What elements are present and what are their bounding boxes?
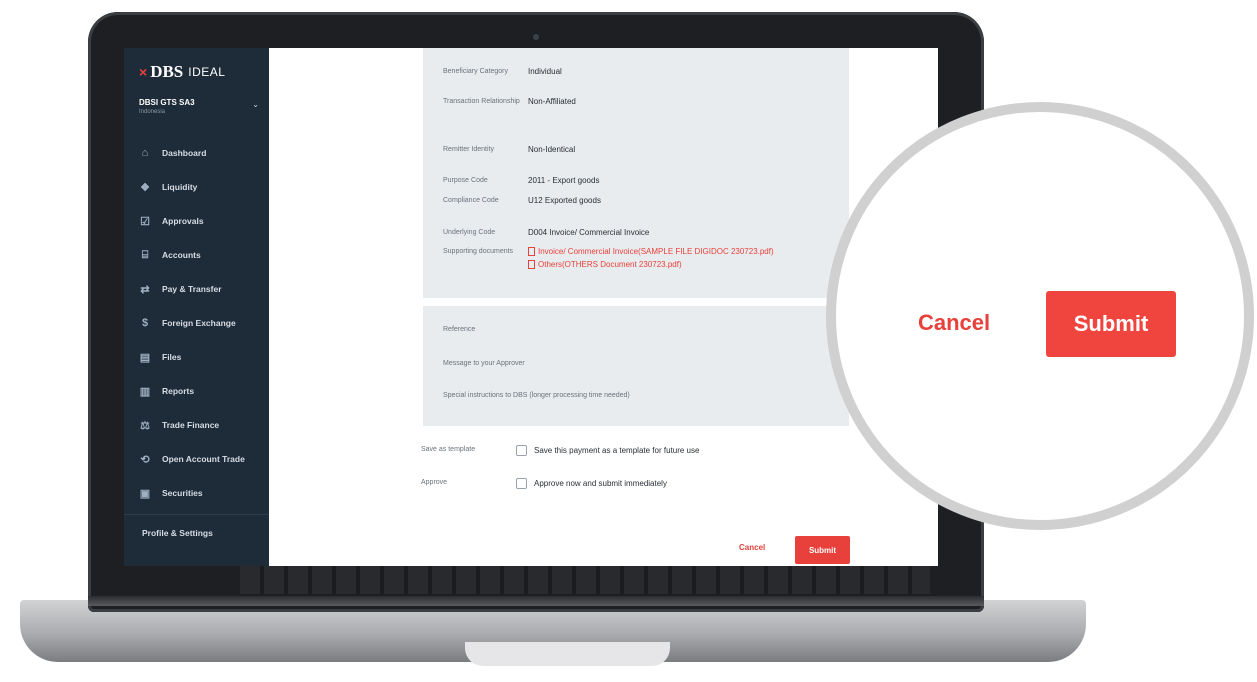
save-template-label: Save as template <box>421 446 476 453</box>
transfer-icon: ⇄ <box>140 283 150 296</box>
home-icon: ⌂ <box>141 147 149 159</box>
sidebar-item-profile-settings[interactable]: Profile & Settings <box>124 514 269 550</box>
sidebar: × DBS IDEAL DBSI GTS SA3 Indonesia ⌄ ⌂ Da… <box>124 48 269 566</box>
keyboard <box>240 566 930 594</box>
trade-icon: ⚖ <box>140 419 150 432</box>
remitter-identity-value: Non-Identical <box>528 145 576 154</box>
sidebar-item-liquidity[interactable]: ❖ Liquidity <box>124 170 269 204</box>
securities-icon: ▣ <box>139 487 151 500</box>
account-switcher[interactable]: DBSI GTS SA3 Indonesia ⌄ <box>139 98 259 115</box>
document-link[interactable]: Others(OTHERS Document 230723.pdf) <box>528 258 774 271</box>
compliance-code-label: Compliance Code <box>443 197 499 204</box>
submit-button-zoomed[interactable]: Submit <box>1046 291 1176 357</box>
product-name: IDEAL <box>188 65 226 79</box>
reference-label: Reference <box>443 326 476 333</box>
reports-icon: ▥ <box>139 385 151 398</box>
supporting-documents-label: Supporting documents <box>443 248 514 255</box>
sidebar-item-label: Files <box>162 352 182 362</box>
transaction-details-panel: Beneficiary Category Individual Transact… <box>423 48 849 298</box>
sidebar-item-label: Profile & Settings <box>142 527 213 538</box>
pdf-icon <box>528 247 535 256</box>
logo-mark: × <box>139 64 148 80</box>
sidebar-item-reports[interactable]: ▥ Reports <box>124 374 269 408</box>
approve-text: Approve now and submit immediately <box>534 479 667 488</box>
submit-button[interactable]: Submit <box>795 536 850 564</box>
compliance-code-value: U12 Exported goods <box>528 196 601 205</box>
approve-checkbox[interactable] <box>516 478 527 489</box>
underlying-code-label: Underlying Code <box>443 229 496 236</box>
camera <box>533 34 539 40</box>
chevron-down-icon: ⌄ <box>252 100 259 109</box>
open-account-icon: ⟲ <box>140 453 150 466</box>
bank-icon: ⌸ <box>141 248 149 261</box>
sidebar-item-label: Reports <box>162 386 195 396</box>
sidebar-item-securities[interactable]: ▣ Securities <box>124 476 269 510</box>
beneficiary-category-value: Individual <box>528 67 562 76</box>
approve-label: Approve <box>421 479 448 486</box>
document-name: Invoice/ Commercial Invoice(SAMPLE FILE … <box>538 247 774 256</box>
save-template-checkbox[interactable] <box>516 445 527 456</box>
fx-icon: $ <box>141 317 149 329</box>
account-name: DBSI GTS SA3 <box>139 98 195 107</box>
sidebar-item-label: Pay & Transfer <box>162 284 222 294</box>
sidebar-item-foreign-exchange[interactable]: $ Foreign Exchange <box>124 306 269 340</box>
purpose-code-label: Purpose Code <box>443 177 488 184</box>
logo[interactable]: × DBS IDEAL <box>139 62 225 82</box>
sidebar-item-approvals[interactable]: ☑ Approvals <box>124 204 269 238</box>
transaction-relationship-label: Transaction Relationship <box>443 98 520 105</box>
zoom-lens <box>826 102 1254 530</box>
approvals-icon: ☑ <box>140 215 150 228</box>
document-link[interactable]: Invoice/ Commercial Invoice(SAMPLE FILE … <box>528 245 774 258</box>
sidebar-item-files[interactable]: ▤ Files <box>124 340 269 374</box>
sidebar-item-label: Accounts <box>162 250 201 260</box>
purpose-code-value: 2011 - Export goods <box>528 176 600 185</box>
remitter-identity-label: Remitter Identity <box>443 146 494 153</box>
approver-message-label: Message to your Approver <box>443 360 525 367</box>
pdf-icon <box>528 260 535 269</box>
special-instructions-label: Special instructions to DBS (longer proc… <box>443 392 630 399</box>
logo-text: DBS <box>150 62 184 81</box>
document-name: Others(OTHERS Document 230723.pdf) <box>538 260 682 269</box>
screen: × DBS IDEAL DBSI GTS SA3 Indonesia ⌄ ⌂ Da… <box>124 48 938 566</box>
sidebar-item-trade-finance[interactable]: ⚖ Trade Finance <box>124 408 269 442</box>
sidebar-item-label: Trade Finance <box>162 420 220 430</box>
sidebar-item-label: Liquidity <box>162 182 198 192</box>
account-country: Indonesia <box>139 109 166 115</box>
file-icon: ▤ <box>139 351 151 364</box>
liquidity-icon: ❖ <box>140 181 150 194</box>
sidebar-item-label: Open Account Trade <box>162 454 245 464</box>
sidebar-item-label: Approvals <box>162 216 204 226</box>
sidebar-item-label: Foreign Exchange <box>162 318 236 328</box>
save-template-text: Save this payment as a template for futu… <box>534 446 700 455</box>
additional-info-panel: Reference Message to your Approver Speci… <box>423 306 849 426</box>
sidebar-item-open-account-trade[interactable]: ⟲ Open Account Trade <box>124 442 269 476</box>
sidebar-nav: ⌂ Dashboard ❖ Liquidity ☑ Approvals ⌸ Accoun… <box>124 136 269 510</box>
underlying-code-value: D004 Invoice/ Commercial Invoice <box>528 228 650 237</box>
sidebar-item-accounts[interactable]: ⌸ Accounts <box>124 238 269 272</box>
beneficiary-category-label: Beneficiary Category <box>443 68 508 75</box>
transaction-relationship-value: Non-Affiliated <box>528 97 576 106</box>
cancel-button[interactable]: Cancel <box>739 543 765 552</box>
sidebar-item-pay-transfer[interactable]: ⇄ Pay & Transfer <box>124 272 269 306</box>
sidebar-item-label: Securities <box>162 488 203 498</box>
sidebar-item-dashboard[interactable]: ⌂ Dashboard <box>124 136 269 170</box>
cancel-button-zoomed[interactable]: Cancel <box>918 310 990 336</box>
supporting-documents-list: Invoice/ Commercial Invoice(SAMPLE FILE … <box>528 245 774 271</box>
sidebar-item-label: Dashboard <box>162 148 207 158</box>
laptop-hinge <box>88 596 984 606</box>
laptop-notch <box>465 642 670 666</box>
